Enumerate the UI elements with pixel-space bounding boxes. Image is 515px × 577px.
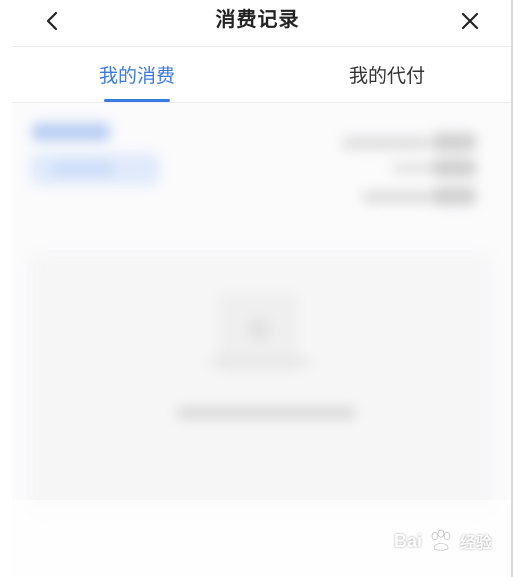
header-bar: 消费记录: [0, 0, 515, 44]
tab-my-consumption[interactable]: 我的消费: [12, 47, 262, 102]
blurred-empty-message: [176, 407, 356, 419]
baidu-watermark: Bai 经验: [394, 520, 504, 562]
watermark-suffix: 经验: [460, 533, 493, 552]
blurred-summary-value: [432, 159, 476, 177]
blurred-empty-caption: [208, 358, 312, 366]
blurred-empty-panel: [30, 253, 492, 513]
blurred-summary-label: [392, 163, 432, 173]
baidu-paw-icon: [431, 529, 451, 551]
right-edge-divider: [511, 0, 513, 577]
blurred-summary-value: [432, 133, 476, 151]
page-title: 消费记录: [215, 7, 300, 31]
close-button[interactable]: [455, 6, 485, 36]
close-icon: [461, 12, 479, 30]
blurred-summary-label: [342, 137, 430, 149]
blurred-summary-value: [432, 187, 476, 205]
blurred-empty-icon-dot: [248, 318, 270, 340]
blurred-summary-label: [362, 191, 432, 203]
consumption-records-page: 消费记录 我的消费 我的代付 Bai 经验: [0, 0, 515, 577]
tab-bar: 我的消费 我的代付: [12, 47, 512, 102]
tab-my-proxy-payment[interactable]: 我的代付: [262, 47, 512, 102]
blurred-date-chip: [32, 123, 110, 141]
records-content-area: [12, 103, 512, 577]
tab-label: 我的代付: [348, 65, 425, 87]
watermark-brand: Bai: [394, 530, 423, 551]
tab-label: 我的消费: [98, 65, 175, 87]
blurred-filter-label: [52, 163, 114, 175]
